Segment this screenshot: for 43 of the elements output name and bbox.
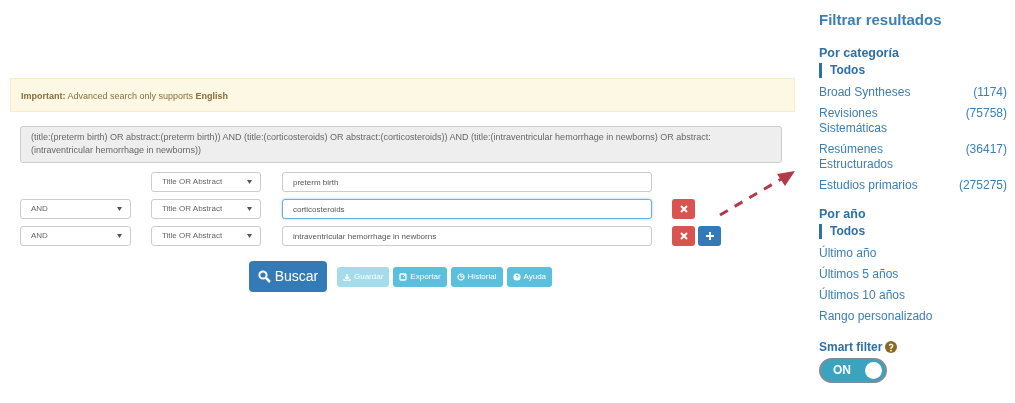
help-icon <box>885 340 898 353</box>
search-term-field[interactable]: intraventricular hemorrhage in newborns <box>282 226 652 246</box>
search-term-field[interactable]: preterm birth <box>282 172 652 192</box>
caret-icon <box>247 207 252 211</box>
export-icon <box>399 272 408 281</box>
section-heading: Por año <box>819 206 867 222</box>
search-icon <box>257 270 271 283</box>
close-icon <box>679 232 688 240</box>
filter-link[interactable]: Últimos 5 años <box>819 266 1007 282</box>
caret-icon <box>247 180 252 184</box>
smart-filter-toggle[interactable]: ON <box>819 357 887 383</box>
remove-button[interactable] <box>672 199 695 219</box>
filter-link[interactable]: Último año <box>819 245 1007 261</box>
query-text: (title:(preterm birth) OR abstract:(preterm birth)) AND (title:(corticosteroids) OR abstract:(corticosteroids)) AND (title:(intraventricular hemorrhage in newborns) OR abstract:(intraventricular hemorrhage in newborns)) <box>20 126 782 163</box>
filter-link[interactable]: Revisiones Sistemáticas (75758) <box>819 105 1007 136</box>
help-icon <box>512 272 521 281</box>
section-heading: Por categoría <box>819 45 900 61</box>
caret-icon <box>247 234 252 238</box>
search-button[interactable]: Buscar <box>249 261 327 292</box>
operator-select[interactable]: AND <box>20 226 131 246</box>
sidebar-title: Filtrar resultados <box>819 10 943 30</box>
smart-filter-label: Smart filter <box>819 338 883 356</box>
remove-button[interactable] <box>672 226 695 246</box>
caret-icon <box>117 234 122 238</box>
filter-link[interactable]: Estudios primarios (275275) <box>819 177 1007 193</box>
filter-link[interactable]: Rango personalizado <box>819 308 1007 324</box>
field-select[interactable]: Title OR Abstract <box>151 172 261 192</box>
download-icon <box>343 272 351 281</box>
filter-link[interactable]: Todos <box>819 62 950 78</box>
filter-link[interactable]: Todos <box>819 223 950 239</box>
close-icon <box>679 205 688 213</box>
search-term-field[interactable]: corticosteroids <box>282 199 652 219</box>
plus-icon <box>705 232 714 240</box>
add-button[interactable] <box>698 226 721 246</box>
field-select[interactable]: Title OR Abstract <box>151 226 261 246</box>
filter-link[interactable]: Últimos 10 años <box>819 287 1007 303</box>
clock-icon <box>456 272 465 281</box>
alert-message: Important: Advanced search only supports English <box>10 78 795 112</box>
operator-select[interactable]: AND <box>20 199 131 219</box>
field-select[interactable]: Title OR Abstract <box>151 199 261 219</box>
caret-icon <box>117 207 122 211</box>
filter-link[interactable]: Resúmenes Estructurados (36417) <box>819 141 1007 172</box>
filter-link[interactable]: Broad Syntheses (1174) <box>819 84 1007 100</box>
